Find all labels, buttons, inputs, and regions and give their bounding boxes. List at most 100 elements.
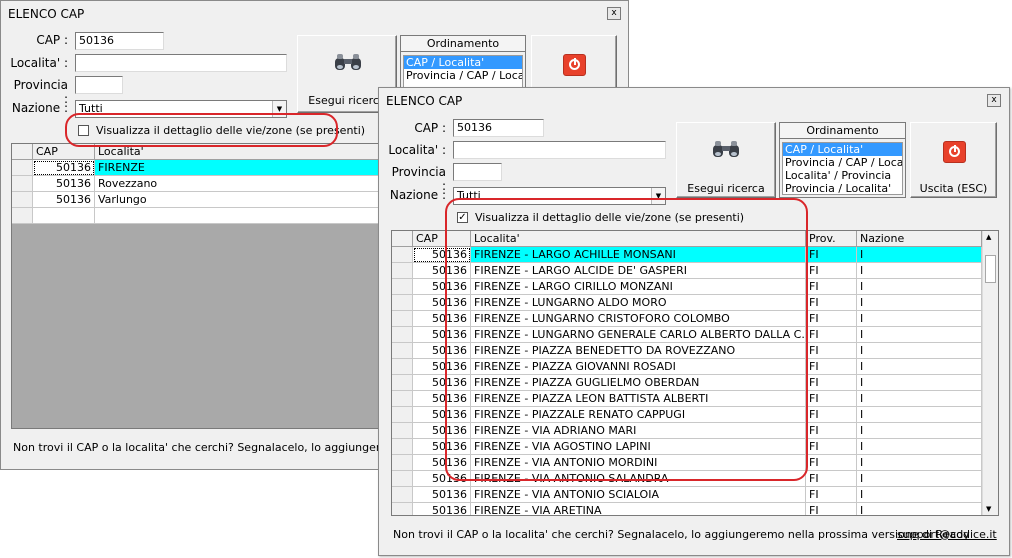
row-indicator — [12, 192, 33, 208]
table-cell[interactable]: I — [857, 247, 982, 263]
front-ordinamento-option[interactable]: Provincia / CAP / Localit — [783, 156, 902, 169]
table-cell[interactable]: FI — [806, 471, 857, 487]
table-cell[interactable]: I — [857, 279, 982, 295]
front-ordinamento-list[interactable]: CAP / Localita' Provincia / CAP / Locali… — [782, 142, 903, 195]
table-cell[interactable]: I — [857, 263, 982, 279]
front-col-prov[interactable]: Prov. — [806, 231, 857, 247]
table-cell[interactable]: I — [857, 327, 982, 343]
back-nazione-label: Nazione : — [11, 101, 68, 115]
back-localita-input[interactable] — [75, 54, 287, 72]
table-row[interactable]: 50136 FIRENZE - VIA ANTONIO SCIALOIA FI I — [392, 487, 982, 503]
back-footer-text: Non trovi il CAP o la localita' che cerc… — [13, 441, 435, 454]
row-indicator — [392, 295, 413, 311]
table-cell[interactable]: I — [857, 407, 982, 423]
table-row-empty[interactable] — [12, 208, 380, 224]
table-cell[interactable]: Rovezzano — [95, 176, 380, 192]
back-cap-input[interactable]: 50136 — [75, 32, 164, 50]
back-provincia-input[interactable] — [75, 76, 123, 94]
scrollbar-thumb[interactable] — [985, 255, 996, 283]
support-email-link[interactable]: support@codice.it — [897, 528, 997, 541]
back-ordinamento-option[interactable]: Provincia / CAP / Localit — [404, 69, 522, 82]
table-cell[interactable]: I — [857, 359, 982, 375]
scroll-up-icon[interactable]: ▲ — [986, 233, 991, 241]
scroll-down-icon[interactable]: ▼ — [986, 505, 991, 513]
table-cell[interactable]: FI — [806, 423, 857, 439]
table-cell[interactable]: FI — [806, 247, 857, 263]
table-row[interactable]: 50136 Varlungo — [12, 192, 380, 208]
table-cell[interactable]: FI — [806, 295, 857, 311]
close-icon: x — [991, 95, 997, 105]
table-cell[interactable]: 50136 — [413, 503, 471, 515]
table-cell[interactable]: I — [857, 503, 982, 515]
front-localita-input[interactable] — [453, 141, 666, 159]
row-indicator — [392, 503, 413, 515]
table-cell[interactable]: FI — [806, 375, 857, 391]
table-cell[interactable]: FI — [806, 407, 857, 423]
table-row[interactable]: 50136 Rovezzano — [12, 176, 380, 192]
table-cell[interactable]: Varlungo — [95, 192, 380, 208]
front-ordinamento-option[interactable]: CAP / Localita' — [783, 143, 902, 156]
table-cell[interactable]: I — [857, 487, 982, 503]
table-cell[interactable]: I — [857, 455, 982, 471]
table-cell[interactable]: FI — [806, 311, 857, 327]
front-exit-button[interactable]: Uscita (ESC) — [910, 122, 997, 198]
back-close-button[interactable]: x — [607, 7, 621, 20]
front-ordinamento-option[interactable]: Localita' / Provincia — [783, 169, 902, 182]
table-cell[interactable]: FIRENZE - VIA ANTONIO SCIALOIA — [471, 487, 806, 503]
table-cell[interactable]: FI — [806, 455, 857, 471]
table-cell[interactable]: I — [857, 295, 982, 311]
front-window-title: ELENCO CAP — [386, 94, 463, 108]
table-cell[interactable]: FI — [806, 343, 857, 359]
table-cell[interactable]: FI — [806, 503, 857, 515]
back-ordinamento-option[interactable]: CAP / Localita' — [404, 56, 522, 69]
front-exit-label: Uscita (ESC) — [919, 182, 988, 195]
front-window-titlebar: ELENCO CAP x — [379, 88, 1009, 114]
table-cell[interactable]: I — [857, 423, 982, 439]
table-cell[interactable]: I — [857, 471, 982, 487]
table-cell[interactable]: FI — [806, 359, 857, 375]
front-cap-label: CAP : — [414, 121, 446, 135]
front-grid-scrollbar[interactable]: ▲ ▼ — [982, 231, 998, 515]
front-col-nazione[interactable]: Nazione — [857, 231, 982, 247]
table-row[interactable]: 50136 FIRENZE - VIA ARETINA FI I — [392, 503, 982, 515]
table-cell[interactable]: FI — [806, 487, 857, 503]
back-results-grid[interactable]: CAP Localita' 50136 FIRENZE 50136 Rovezz… — [11, 143, 381, 429]
front-ordinamento-option[interactable]: Provincia / Localita' — [783, 182, 902, 194]
table-cell[interactable]: 50136 — [33, 160, 95, 176]
row-indicator — [392, 279, 413, 295]
front-cap-input[interactable]: 50136 — [453, 119, 544, 137]
front-close-button[interactable]: x — [987, 94, 1001, 107]
row-indicator — [392, 343, 413, 359]
front-nazione-label: Nazione : — [389, 188, 446, 202]
back-exit-button[interactable] — [531, 35, 617, 95]
table-cell[interactable]: 50136 — [413, 487, 471, 503]
table-cell[interactable]: FIRENZE — [95, 160, 380, 176]
table-cell[interactable]: FI — [806, 439, 857, 455]
row-indicator — [12, 144, 33, 160]
table-cell[interactable]: I — [857, 343, 982, 359]
table-cell[interactable]: I — [857, 391, 982, 407]
row-indicator — [392, 487, 413, 503]
row-indicator — [392, 263, 413, 279]
binoculars-icon — [713, 141, 739, 157]
back-window-title: ELENCO CAP — [8, 7, 85, 21]
table-cell[interactable]: I — [857, 375, 982, 391]
table-cell[interactable]: FI — [806, 391, 857, 407]
front-provincia-input[interactable] — [453, 163, 502, 181]
table-cell[interactable] — [33, 208, 95, 224]
row-indicator — [392, 439, 413, 455]
table-row[interactable]: 50136 FIRENZE — [12, 160, 380, 176]
table-cell[interactable] — [95, 208, 380, 224]
table-cell[interactable]: FI — [806, 327, 857, 343]
back-cap-label: CAP : — [36, 33, 68, 47]
table-cell[interactable]: 50136 — [33, 176, 95, 192]
front-search-button[interactable]: Esegui ricerca — [676, 122, 776, 198]
table-cell[interactable]: FI — [806, 263, 857, 279]
row-indicator — [392, 391, 413, 407]
table-cell[interactable]: FI — [806, 279, 857, 295]
front-footer-text: Non trovi il CAP o la localita' che cerc… — [393, 528, 970, 541]
table-cell[interactable]: I — [857, 439, 982, 455]
table-cell[interactable]: 50136 — [33, 192, 95, 208]
table-cell[interactable]: FIRENZE - VIA ARETINA — [471, 503, 806, 515]
table-cell[interactable]: I — [857, 311, 982, 327]
